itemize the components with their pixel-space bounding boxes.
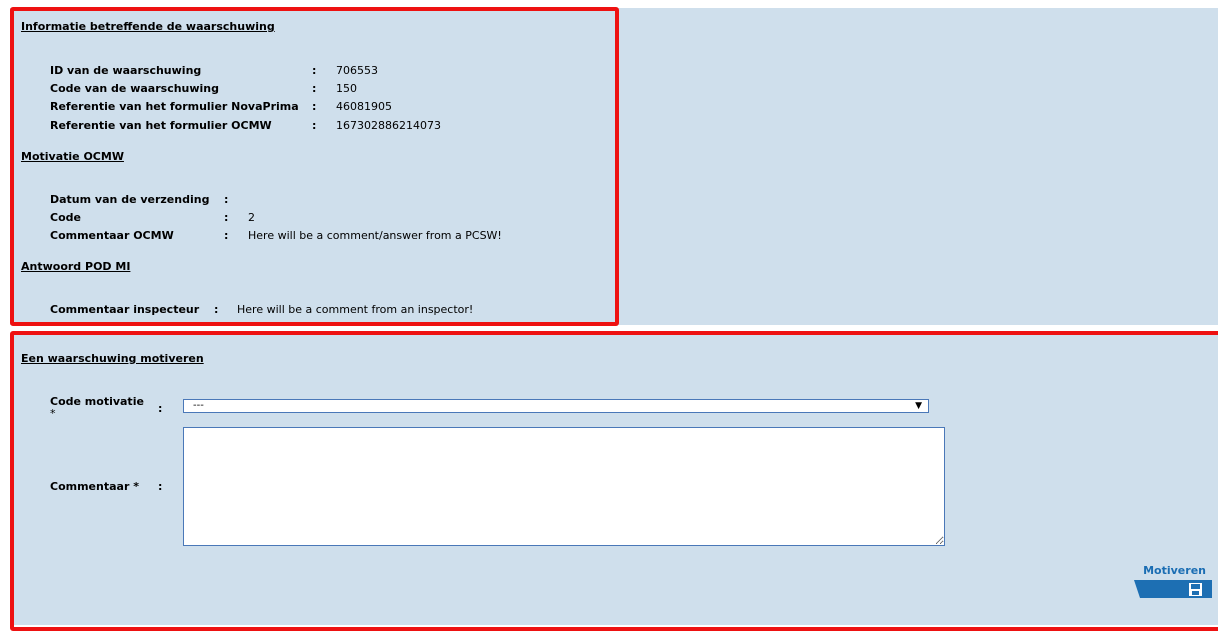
info-highlight-frame <box>10 7 619 326</box>
required-asterisk: * <box>50 407 56 420</box>
save-disk-icon <box>1134 580 1212 598</box>
motivatie-row-value: Here will be a comment/answer from a PCS… <box>248 229 502 242</box>
motivatie-row-value: 2 <box>248 211 255 224</box>
dropdown-arrow-icon: ▼ <box>915 401 922 411</box>
info-row-colon: : <box>312 100 317 113</box>
info-row-ref-ocmw: Referentie van het formulier OCMW : 1673… <box>50 118 550 134</box>
commentaar-colon: : <box>158 480 163 493</box>
info-row-colon: : <box>312 64 317 77</box>
info-row-id: ID van de waarschuwing : 706553 <box>50 63 550 79</box>
motivatie-row-colon: : <box>224 211 229 224</box>
info-row-colon: : <box>312 82 317 95</box>
form-section-title: Een waarschuwing motiveren <box>21 352 204 365</box>
motivatie-row-code: Code : 2 <box>50 210 550 226</box>
info-row-code: Code van de waarschuwing : 150 <box>50 81 550 97</box>
code-motivatie-label: Code motivatie * <box>50 396 144 420</box>
code-motivatie-label-text: Code motivatie <box>50 395 144 408</box>
code-motivatie-select[interactable]: --- ▼ <box>183 399 929 413</box>
antwoord-row-colon: : <box>214 303 219 316</box>
motivatie-row-label: Commentaar OCMW <box>50 229 174 242</box>
info-row-label: Code van de waarschuwing <box>50 82 220 95</box>
antwoord-row-label: Commentaar inspecteur <box>50 303 200 316</box>
code-motivatie-selected-value: --- <box>193 400 204 411</box>
info-section-title: Informatie betreffende de waarschuwing <box>21 20 275 33</box>
code-motivatie-colon: : <box>158 402 163 415</box>
commentaar-textarea[interactable] <box>183 427 945 546</box>
motiveren-button[interactable]: Motiveren <box>1134 564 1212 600</box>
info-row-value: 150 <box>336 82 357 95</box>
info-row-label: Referentie van het formulier OCMW <box>50 119 272 132</box>
antwoord-row-inspecteur: Commentaar inspecteur : Here will be a c… <box>50 302 570 318</box>
motivatie-row-colon: : <box>224 193 229 206</box>
info-row-colon: : <box>312 119 317 132</box>
motivatie-row-datum: Datum van de verzending : <box>50 192 550 208</box>
motivatie-row-commentaar: Commentaar OCMW : Here will be a comment… <box>50 228 570 244</box>
info-row-value: 46081905 <box>336 100 392 113</box>
info-row-value: 706553 <box>336 64 378 77</box>
motivatie-section-title: Motivatie OCMW <box>21 150 124 163</box>
antwoord-section-title: Antwoord POD MI <box>21 260 131 273</box>
info-row-value: 167302886214073 <box>336 119 441 132</box>
info-row-label: ID van de waarschuwing <box>50 64 202 77</box>
motivatie-row-label: Code <box>50 211 81 224</box>
antwoord-row-value: Here will be a comment from an inspector… <box>237 303 474 316</box>
info-row-label: Referentie van het formulier NovaPrima <box>50 100 299 113</box>
motivatie-row-colon: : <box>224 229 229 242</box>
motivatie-row-label: Datum van de verzending <box>50 193 210 206</box>
info-row-ref-novaprima: Referentie van het formulier NovaPrima :… <box>50 99 550 115</box>
commentaar-label: Commentaar * <box>50 480 139 493</box>
